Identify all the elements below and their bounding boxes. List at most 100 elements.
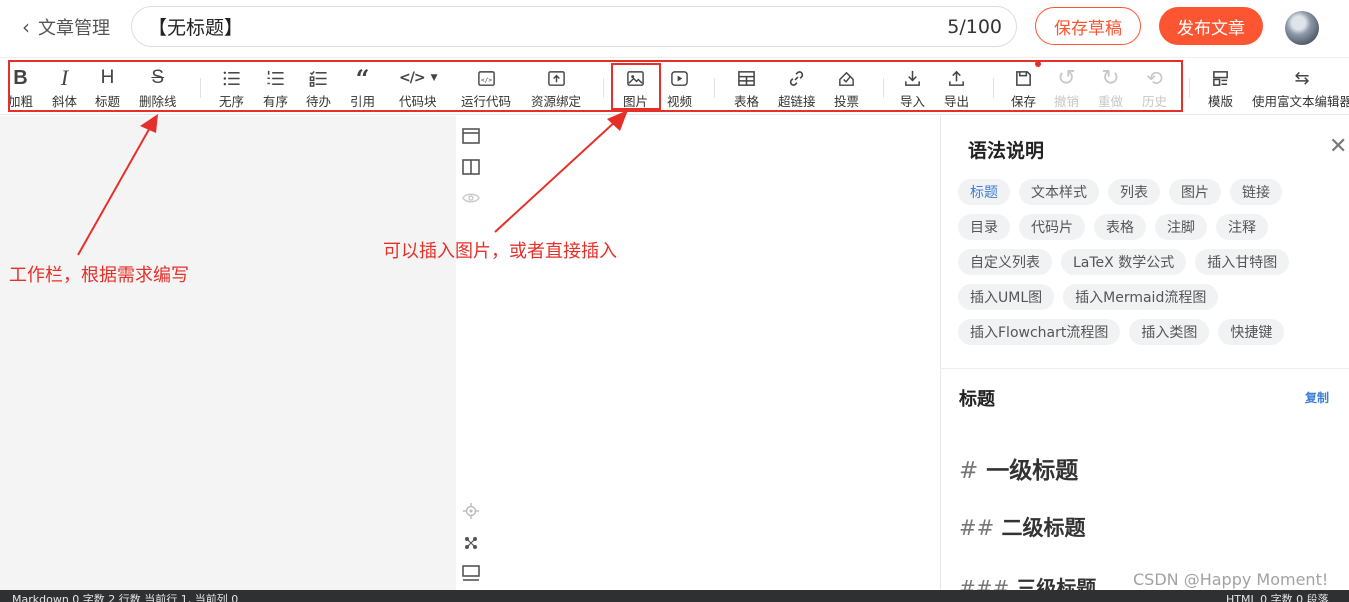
quote-icon: “ — [355, 63, 370, 93]
undo-label: 撤销 — [1054, 94, 1080, 109]
code-block-button[interactable]: </> ▼ 代码块 — [399, 66, 437, 110]
preview-pane — [456, 116, 940, 590]
editor-header: ‹ 文章管理 5/100 保存草稿 发布文章 — [0, 0, 1349, 56]
insert-image-button[interactable]: 图片 — [623, 66, 648, 110]
layout-single-icon[interactable] — [460, 125, 482, 147]
unsaved-dot — [1035, 61, 1041, 67]
toolbar-annotation: 工作栏，根据需求编写 — [9, 265, 189, 286]
syntax-tag[interactable]: 文本样式 — [1019, 179, 1099, 205]
resource-binding-button[interactable]: 资源绑定 — [531, 66, 581, 110]
undo-button[interactable]: ↺ 撤销 — [1054, 66, 1079, 110]
upload-box-icon — [547, 66, 566, 90]
import-button[interactable]: 导入 — [900, 66, 925, 110]
undo-icon: ↺ — [1057, 65, 1076, 91]
html-stats: HTML 0 字数 0 段落 — [1226, 593, 1329, 602]
ordered-list-icon — [266, 66, 285, 90]
publish-article-button[interactable]: 发布文章 — [1159, 7, 1263, 45]
syntax-tag[interactable]: 注脚 — [1155, 214, 1207, 240]
syntax-tag[interactable]: 自定义列表 — [958, 249, 1052, 275]
fullscreen-icon[interactable] — [460, 532, 482, 554]
syntax-tag[interactable]: 插入类图 — [1129, 319, 1210, 345]
image-icon — [626, 66, 645, 90]
locate-icon[interactable] — [460, 500, 482, 522]
title-field[interactable]: 5/100 — [131, 6, 1017, 47]
unordered-list-button[interactable]: 无序 — [219, 66, 244, 110]
italic-icon: I — [60, 65, 69, 90]
markdown-editor[interactable] — [0, 116, 456, 590]
view-mode-toolbar — [458, 116, 482, 590]
italic-label: 斜体 — [52, 94, 78, 109]
heading-button[interactable]: H 标题 — [95, 66, 120, 110]
ordered-list-button[interactable]: 有序 — [263, 66, 288, 110]
heading-icon: H — [100, 67, 115, 88]
syntax-tag[interactable]: 列表 — [1108, 179, 1160, 205]
watermark: CSDN @Happy Moment! — [1133, 570, 1329, 589]
h3-example: ### 三级标题 — [959, 572, 1096, 590]
bold-button[interactable]: B 加粗 — [8, 66, 33, 110]
h2-example: ## 二级标题 — [959, 512, 1086, 542]
syntax-tag[interactable]: 代码片 — [1019, 214, 1085, 240]
back-to-article-management[interactable]: ‹ 文章管理 — [22, 13, 110, 41]
redo-button[interactable]: ↻ 重做 — [1098, 66, 1123, 110]
hyperlink-button[interactable]: 超链接 — [778, 66, 816, 110]
todo-list-button[interactable]: 待办 — [306, 66, 331, 110]
syntax-tag[interactable]: 目录 — [958, 214, 1010, 240]
syntax-tag[interactable]: 插入UML图 — [958, 284, 1055, 310]
title-input[interactable] — [148, 15, 948, 38]
syntax-tag[interactable]: 标题 — [958, 179, 1010, 205]
insert-table-button[interactable]: 表格 — [734, 66, 759, 110]
copy-button[interactable]: 复制 — [1305, 389, 1329, 406]
status-bar: Markdown 0 字数 2 行数 当前行 1, 当前列 0 HTML 0 字… — [0, 590, 1349, 602]
save-label: 保存 — [1011, 94, 1037, 109]
syntax-tag[interactable]: 插入Mermaid流程图 — [1063, 284, 1219, 310]
preview-mode-icon[interactable] — [460, 562, 482, 584]
hyperlink-label: 超链接 — [778, 94, 816, 109]
preview-eye-icon[interactable] — [460, 187, 482, 209]
toolbar-divider — [1189, 78, 1190, 98]
video-icon — [670, 66, 689, 90]
insert-video-label: 视频 — [667, 94, 693, 109]
unordered-list-label: 无序 — [219, 94, 245, 109]
h1-hash: # — [959, 458, 979, 484]
syntax-tag[interactable]: 链接 — [1230, 179, 1282, 205]
template-button[interactable]: 模版 — [1208, 66, 1233, 110]
history-icon: ⟲ — [1146, 66, 1163, 90]
save-button[interactable]: 保存 — [1011, 66, 1036, 110]
image-annotation: 可以插入图片，或者直接插入 — [383, 241, 617, 262]
run-code-button[interactable]: </> 运行代码 — [461, 66, 511, 110]
layout-split-icon[interactable] — [460, 156, 482, 178]
quote-button[interactable]: “ 引用 — [350, 63, 375, 110]
insert-image-label: 图片 — [623, 94, 649, 109]
syntax-tag[interactable]: LaTeX 数学公式 — [1061, 249, 1187, 275]
code-block-label: 代码块 — [399, 94, 437, 109]
syntax-help-panel: 语法说明 ✕ 标题 文本样式 列表 图片 链接 目录 代码片 表格 注脚 注释 自定义列表 LaTeX… — [940, 116, 1349, 590]
h1-text: 一级标题 — [986, 458, 1079, 484]
resource-binding-label: 资源绑定 — [531, 94, 582, 109]
divider — [941, 368, 1349, 369]
rich-text-editor-label: 使用富文本编辑器 — [1252, 94, 1349, 109]
syntax-tag[interactable]: 插入Flowchart流程图 — [958, 319, 1121, 345]
vote-icon — [837, 66, 856, 90]
italic-button[interactable]: I 斜体 — [52, 65, 78, 110]
vote-button[interactable]: 投票 — [834, 66, 859, 110]
insert-table-label: 表格 — [734, 94, 760, 109]
unordered-list-icon — [222, 66, 241, 90]
insert-video-button[interactable]: 视频 — [667, 66, 692, 110]
save-draft-button[interactable]: 保存草稿 — [1035, 7, 1141, 45]
syntax-tag[interactable]: 图片 — [1169, 179, 1221, 205]
close-icon[interactable]: ✕ — [1329, 136, 1347, 158]
link-icon — [787, 66, 806, 90]
syntax-tag[interactable]: 快捷键 — [1218, 319, 1285, 345]
h3-hash: ### — [959, 576, 1010, 590]
history-button[interactable]: ⟲ 历史 — [1142, 66, 1167, 110]
vote-label: 投票 — [834, 94, 860, 109]
syntax-tag[interactable]: 注释 — [1216, 214, 1268, 240]
save-icon — [1014, 66, 1033, 90]
rich-text-editor-button[interactable]: ⇆ 使用富文本编辑器 — [1252, 66, 1349, 110]
import-label: 导入 — [900, 94, 926, 109]
syntax-tag[interactable]: 表格 — [1094, 214, 1146, 240]
syntax-tag[interactable]: 插入甘特图 — [1195, 249, 1290, 275]
export-button[interactable]: 导出 — [944, 66, 969, 110]
strikethrough-button[interactable]: S 删除线 — [139, 66, 177, 110]
avatar[interactable] — [1285, 11, 1319, 45]
